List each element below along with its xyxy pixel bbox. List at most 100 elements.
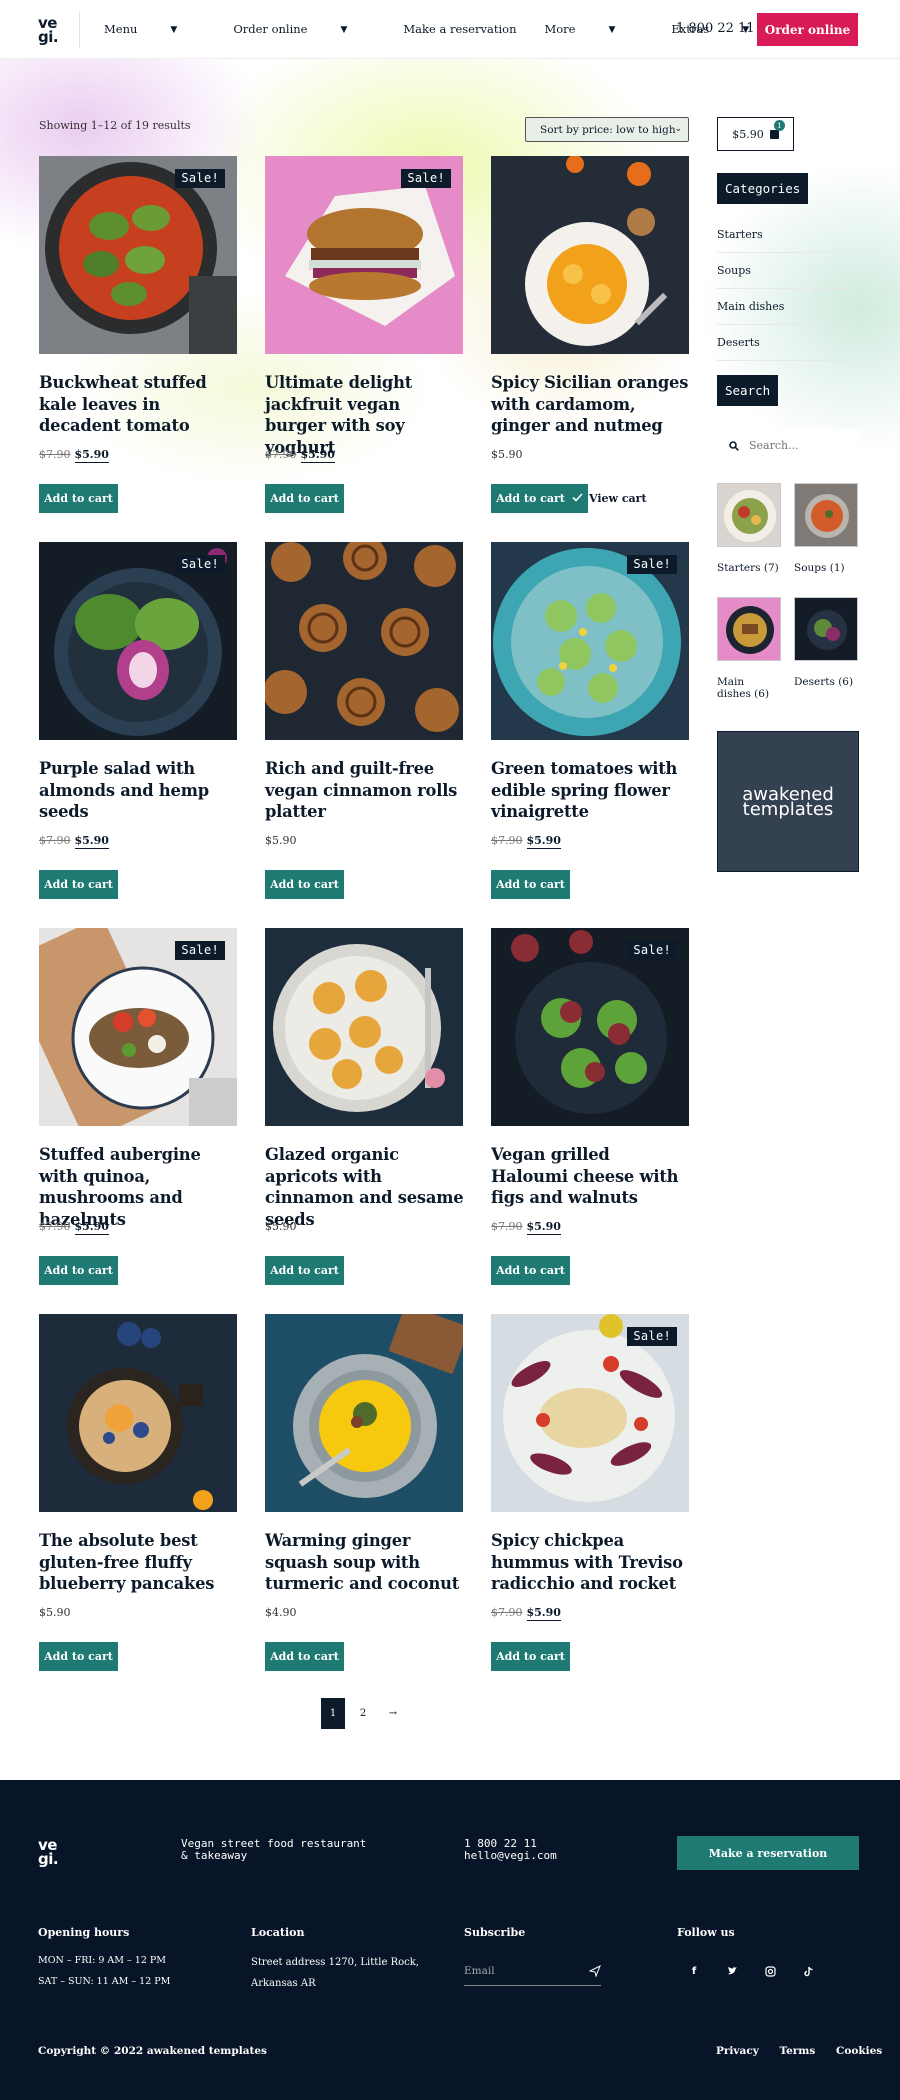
cart-count-badge: 1 xyxy=(774,120,785,131)
sort-select[interactable]: Sort by price: low to high ⌄ xyxy=(525,117,689,142)
view-cart-link[interactable]: View cart xyxy=(589,492,647,505)
chevron-down-icon: ▼ xyxy=(340,25,348,35)
search-input[interactable] xyxy=(749,439,849,452)
product-title[interactable]: Warming ginger squash soup with turmeric… xyxy=(265,1530,465,1595)
categories-heading: Categories xyxy=(717,173,809,204)
add-to-cart-button[interactable]: Add to cart xyxy=(265,1256,344,1285)
product-price: $7.90 $5.90 xyxy=(265,448,335,463)
add-to-cart-button[interactable]: Add to cart xyxy=(491,870,570,899)
product-price: $7.90 $5.90 xyxy=(491,834,561,849)
add-to-cart-label: Add to cart xyxy=(44,492,113,505)
location-heading: Location xyxy=(251,1926,305,1939)
product-title[interactable]: Spicy Sicilian oranges with cardamom, gi… xyxy=(491,372,691,437)
add-to-cart-button[interactable]: Add to cart xyxy=(39,1256,118,1285)
product-image[interactable] xyxy=(265,928,463,1126)
product-title[interactable]: The absolute best gluten-free fluffy blu… xyxy=(39,1530,239,1595)
page-1[interactable]: 1 xyxy=(321,1698,345,1729)
product-title[interactable]: Rich and guilt-free vegan cinnamon rolls… xyxy=(265,758,465,823)
category-thumb-label: Starters (7) xyxy=(717,562,779,574)
category-thumb-soups[interactable]: Soups (1) xyxy=(794,483,858,574)
checkmark-icon xyxy=(572,492,583,505)
product-title[interactable]: Buckwheat stuffed kale leaves in decaden… xyxy=(39,372,239,437)
results-count: Showing 1–12 of 19 results xyxy=(39,119,191,132)
nav-order-online[interactable]: Order online ▼ xyxy=(233,22,375,36)
pagination: 1 2 → xyxy=(321,1698,411,1729)
category-thumb-label: Soups (1) xyxy=(794,562,845,574)
add-to-cart-label: Add to cart xyxy=(44,1264,113,1277)
product-image[interactable] xyxy=(265,1314,463,1512)
category-thumb-deserts[interactable]: Deserts (6) xyxy=(794,597,858,688)
twitter-icon[interactable] xyxy=(724,1963,740,1979)
add-to-cart-button[interactable]: Add to cart xyxy=(491,1642,570,1671)
footer-email[interactable]: hello@vegi.com xyxy=(464,1850,557,1862)
category-main-dishes[interactable]: Main dishes xyxy=(717,289,847,325)
sale-price: $5.90 xyxy=(74,834,109,849)
footer-contact: 1 800 22 11 hello@vegi.com xyxy=(464,1838,557,1862)
add-to-cart-button[interactable]: Add to cart xyxy=(491,1256,570,1285)
regular-price: $5.90 xyxy=(265,834,297,847)
add-to-cart-label: Add to cart xyxy=(270,492,339,505)
search-box xyxy=(717,429,859,462)
product-title[interactable]: Spicy chickpea hummus with Treviso radic… xyxy=(491,1530,691,1595)
nav-reservation[interactable]: Make a reservation xyxy=(403,22,516,36)
add-to-cart-button[interactable]: Add to cart xyxy=(39,484,118,513)
original-price: $7.90 xyxy=(39,834,71,847)
product-price: $7.90 $5.90 xyxy=(39,1220,109,1235)
promo-banner[interactable]: awakened templates xyxy=(717,731,859,872)
original-price: $7.90 xyxy=(39,448,71,461)
email-field[interactable] xyxy=(464,1965,564,1977)
add-to-cart-button[interactable]: Add to cart xyxy=(265,1642,344,1671)
product-title[interactable]: Ultimate delight jackfruit vegan burger … xyxy=(265,372,465,458)
add-to-cart-button[interactable]: Add to cart xyxy=(491,484,588,513)
product-title[interactable]: Purple salad with almonds and hemp seeds xyxy=(39,758,239,823)
page-2[interactable]: 2 xyxy=(351,1698,375,1729)
site-header: ve gi. Menu ▼ Order online ▼ Make a reserv… xyxy=(0,0,900,59)
next-page-arrow[interactable]: → xyxy=(381,1698,405,1729)
category-deserts[interactable]: Deserts xyxy=(717,325,847,361)
product-title[interactable]: Green tomatoes with edible spring flower… xyxy=(491,758,691,823)
product-price: $7.90 $5.90 xyxy=(491,1220,561,1235)
send-icon[interactable] xyxy=(589,1965,601,1977)
product-image[interactable] xyxy=(265,542,463,740)
order-online-button[interactable]: Order online xyxy=(757,13,858,46)
nav-more[interactable]: More ▼ xyxy=(544,22,643,36)
regular-price: $5.90 xyxy=(39,1606,71,1619)
add-to-cart-button[interactable]: Add to cart xyxy=(39,1642,118,1671)
product-image[interactable] xyxy=(39,1314,237,1512)
product-title[interactable]: Stuffed aubergine with quinoa, mushrooms… xyxy=(39,1144,239,1230)
add-to-cart-button[interactable]: Add to cart xyxy=(265,484,344,513)
follow-heading: Follow us xyxy=(677,1926,735,1939)
product-title[interactable]: Vegan grilled Haloumi cheese with figs a… xyxy=(491,1144,691,1209)
sale-badge: Sale! xyxy=(627,1327,677,1346)
site-logo[interactable]: ve gi. xyxy=(38,16,59,45)
header-divider xyxy=(79,12,80,48)
regular-price: $5.90 xyxy=(491,448,523,461)
footer-logo[interactable]: ve gi. xyxy=(38,1838,59,1867)
footer-links: Privacy Terms Cookies xyxy=(716,2045,899,2057)
privacy-link[interactable]: Privacy xyxy=(716,2045,759,2057)
terms-link[interactable]: Terms xyxy=(779,2045,815,2057)
product-title[interactable]: Glazed organic apricots with cinnamon an… xyxy=(265,1144,465,1230)
tiktok-icon[interactable] xyxy=(801,1963,817,1979)
category-soups[interactable]: Soups xyxy=(717,253,847,289)
product-image[interactable] xyxy=(491,156,689,354)
facebook-icon[interactable]: f xyxy=(686,1963,702,1979)
sale-price: $5.90 xyxy=(526,1220,561,1235)
make-reservation-button[interactable]: Make a reservation xyxy=(677,1836,859,1870)
search-heading: Search xyxy=(717,375,779,406)
category-starters[interactable]: Starters xyxy=(717,217,847,253)
category-thumb-main-dishes[interactable]: Main dishes (6) xyxy=(717,597,781,700)
nav-menu[interactable]: Menu ▼ xyxy=(104,22,205,36)
add-to-cart-label: Add to cart xyxy=(496,1264,565,1277)
add-to-cart-label: Add to cart xyxy=(496,878,565,891)
instagram-icon[interactable] xyxy=(762,1963,778,1979)
add-to-cart-button[interactable]: Add to cart xyxy=(265,870,344,899)
add-to-cart-button[interactable]: Add to cart xyxy=(39,870,118,899)
category-list: Starters Soups Main dishes Deserts xyxy=(717,217,847,361)
category-thumb-starters[interactable]: Starters (7) xyxy=(717,483,781,574)
cookies-link[interactable]: Cookies xyxy=(836,2045,882,2057)
header-phone[interactable]: 1 800 22 11 xyxy=(676,21,755,36)
regular-price: $4.90 xyxy=(265,1606,297,1619)
add-to-cart-label: Add to cart xyxy=(496,492,565,505)
mini-cart[interactable]: $5.90 1 xyxy=(717,117,794,151)
